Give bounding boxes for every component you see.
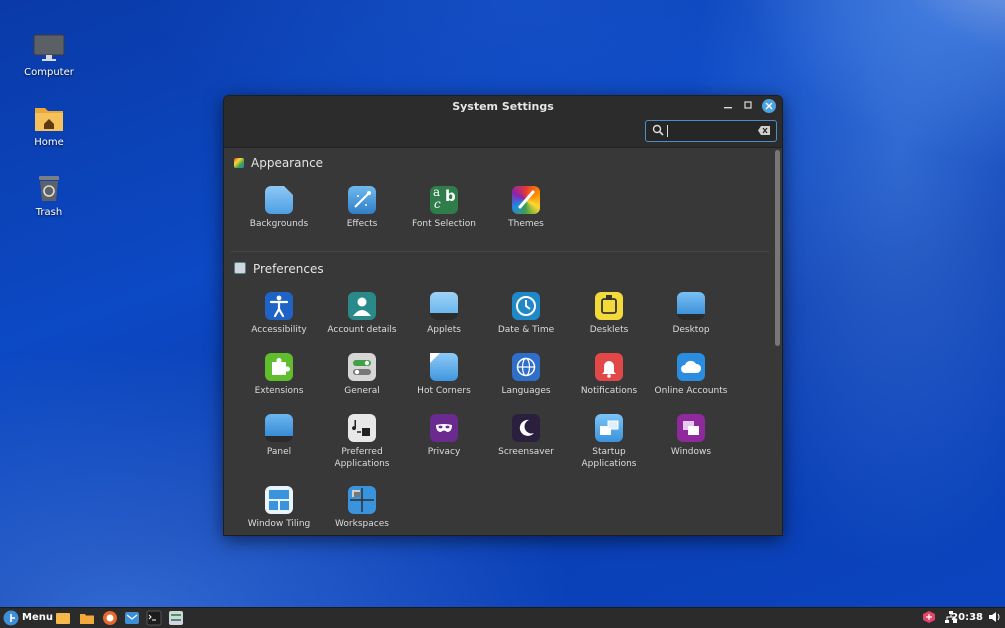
desktop-icon-label: Computer	[24, 67, 74, 78]
desktop-icon-trash[interactable]: Trash	[9, 173, 89, 218]
settings-item-hot-corners[interactable]: Hot Corners	[403, 353, 485, 397]
settings-item-backgrounds[interactable]: Backgrounds	[238, 186, 320, 230]
settings-item-windows[interactable]: Windows	[650, 414, 732, 458]
desktop-icon-computer[interactable]: Computer	[9, 33, 89, 78]
desktop-icon-label: Home	[34, 137, 64, 148]
home-folder-icon	[35, 108, 63, 131]
puzzle-icon	[265, 353, 293, 381]
font-selection-icon: a c b	[430, 186, 458, 214]
taskbar: Menu 20:38	[0, 607, 1005, 628]
toggles-icon	[348, 353, 376, 381]
settings-item-privacy[interactable]: Privacy	[403, 414, 485, 458]
files-launcher-icon[interactable]	[55, 610, 71, 626]
system-settings-window: System Settings Appearance Backgrounds E…	[223, 95, 783, 536]
settings-item-workspaces[interactable]: Workspaces	[321, 486, 403, 530]
settings-item-themes[interactable]: Themes	[485, 186, 567, 230]
volume-icon[interactable]	[988, 610, 1002, 624]
bell-icon	[595, 353, 623, 381]
section-divider	[230, 251, 770, 252]
settings-item-desktop[interactable]: Desktop	[650, 292, 732, 336]
settings-item-startup-applications[interactable]: Startup Applications	[568, 414, 650, 470]
maximize-icon	[744, 101, 752, 109]
settings-item-date-time[interactable]: Date & Time	[485, 292, 567, 336]
window-tiling-icon	[265, 486, 293, 514]
settings-item-desklets[interactable]: Desklets	[568, 292, 650, 336]
maximize-button[interactable]	[742, 100, 754, 112]
titlebar: System Settings	[224, 96, 782, 148]
desklets-icon	[595, 292, 623, 320]
preferred-applications-icon	[348, 414, 376, 442]
computer-icon	[33, 34, 65, 61]
folder-launcher-icon[interactable]	[79, 610, 95, 626]
menu-logo-icon[interactable]	[3, 610, 19, 626]
system-settings-task-icon[interactable]	[168, 610, 184, 626]
startup-applications-icon	[595, 414, 623, 442]
close-icon	[765, 102, 773, 110]
workspaces-icon	[348, 486, 376, 514]
section-header-appearance: Appearance	[234, 156, 323, 170]
settings-item-online-accounts[interactable]: Online Accounts	[650, 353, 732, 397]
panel-icon	[265, 414, 293, 442]
clear-text-icon[interactable]	[758, 126, 770, 135]
minimize-icon	[724, 107, 732, 109]
themes-icon	[512, 186, 540, 214]
scrollbar[interactable]	[775, 150, 780, 346]
update-manager-icon[interactable]	[922, 610, 936, 624]
settings-item-general[interactable]: General	[321, 353, 403, 397]
settings-item-notifications[interactable]: Notifications	[568, 353, 650, 397]
preferences-section-icon	[234, 262, 246, 274]
settings-item-account-details[interactable]: Account details	[321, 292, 403, 336]
desktop-icon-label: Trash	[35, 207, 63, 218]
settings-item-panel[interactable]: Panel	[238, 414, 320, 458]
search-icon	[652, 124, 664, 136]
account-details-icon	[348, 292, 376, 320]
minimize-button[interactable]	[722, 100, 734, 112]
backgrounds-icon	[265, 186, 293, 214]
firefox-launcher-icon[interactable]	[102, 610, 118, 626]
cloud-icon	[677, 353, 705, 381]
mail-launcher-icon[interactable]	[124, 610, 140, 626]
settings-item-window-tiling[interactable]: Window Tiling	[238, 486, 320, 530]
terminal-launcher-icon[interactable]	[146, 610, 162, 626]
settings-item-accessibility[interactable]: Accessibility	[238, 292, 320, 336]
settings-item-extensions[interactable]: Extensions	[238, 353, 320, 397]
close-button[interactable]	[762, 99, 776, 113]
text-caret	[667, 125, 668, 137]
globe-icon	[512, 353, 540, 381]
settings-item-screensaver[interactable]: Screensaver	[485, 414, 567, 458]
window-title: System Settings	[452, 100, 554, 113]
windows-icon	[677, 414, 705, 442]
menu-button[interactable]: Menu	[22, 612, 53, 623]
clock-icon	[512, 292, 540, 320]
section-header-preferences: Preferences	[234, 262, 324, 276]
settings-content: Appearance Backgrounds Effects a c b Fon…	[224, 148, 782, 535]
settings-item-font-selection[interactable]: a c b Font Selection	[403, 186, 485, 230]
search-input[interactable]	[645, 120, 777, 142]
settings-item-effects[interactable]: Effects	[321, 186, 403, 230]
mask-icon	[430, 414, 458, 442]
trash-icon	[39, 176, 59, 201]
moon-icon	[512, 414, 540, 442]
appearance-section-icon	[234, 158, 244, 168]
clock[interactable]: 20:38	[951, 612, 983, 623]
desktop-icon	[677, 292, 705, 320]
hot-corners-icon	[430, 353, 458, 381]
applets-icon	[430, 292, 458, 320]
settings-item-applets[interactable]: Applets	[403, 292, 485, 336]
accessibility-icon	[265, 292, 293, 320]
settings-item-preferred-applications[interactable]: Preferred Applications	[321, 414, 403, 470]
desktop-icon-home[interactable]: Home	[9, 103, 89, 148]
settings-item-languages[interactable]: Languages	[485, 353, 567, 397]
effects-icon	[348, 186, 376, 214]
